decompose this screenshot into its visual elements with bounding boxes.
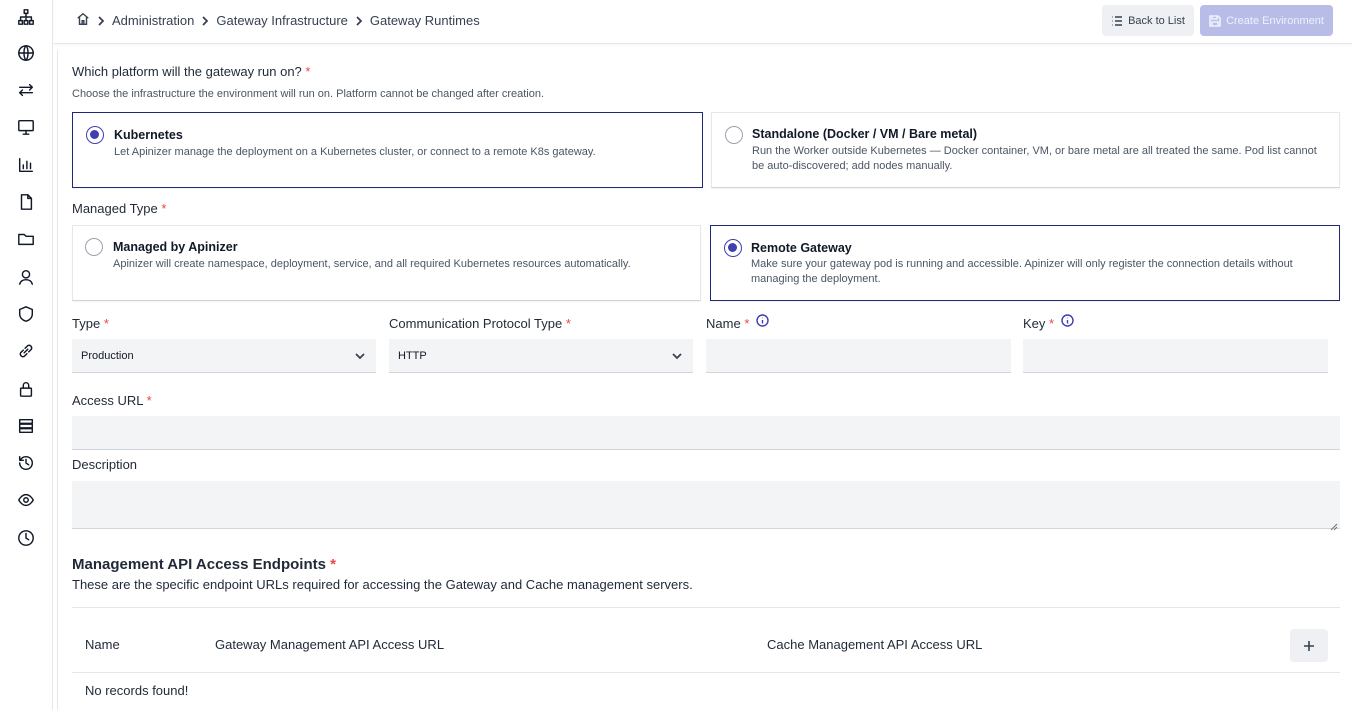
breadcrumb: Administration Gateway Infrastructure Ga… <box>76 12 480 29</box>
save-icon <box>1209 14 1221 27</box>
link-icon[interactable] <box>16 341 36 361</box>
column-header-gateway-url: Gateway Management API Access URL <box>215 637 445 652</box>
chevron-down-icon <box>354 350 366 362</box>
managed-type-text: Managed Type <box>72 201 158 216</box>
column-header-cache-url: Cache Management API Access URL <box>767 637 983 652</box>
required-mark: * <box>330 556 336 573</box>
back-to-list-button[interactable]: Back to List <box>1102 5 1194 36</box>
divider <box>72 672 1340 673</box>
managed-by-apinizer-desc: Apinizer will create namespace, deployme… <box>113 258 631 270</box>
topbar: Administration Gateway Infrastructure Ga… <box>54 0 1352 44</box>
managed-type-label: Managed Type * <box>72 201 166 216</box>
empty-state-text: No records found! <box>85 683 189 698</box>
kubernetes-desc: Let Apinizer manage the deployment on a … <box>114 146 596 158</box>
plus-icon <box>1304 640 1314 651</box>
name-label: Name * <box>706 316 749 331</box>
radio-remote-gateway[interactable] <box>724 239 742 257</box>
managed-by-apinizer-title: Managed by Apinizer <box>113 240 238 254</box>
history-icon[interactable] <box>16 453 36 473</box>
endpoints-desc: These are the specific endpoint URLs req… <box>72 577 693 592</box>
create-environment-label: Create Environment <box>1226 14 1324 27</box>
user-icon[interactable] <box>16 267 36 287</box>
lock-icon[interactable] <box>16 379 36 399</box>
standalone-title: Standalone (Docker / VM / Bare metal) <box>752 127 978 141</box>
type-label-text: Type <box>72 316 101 331</box>
sidebar <box>0 0 53 710</box>
list-icon <box>1112 15 1123 26</box>
remote-gateway-desc: Make sure your gateway pod is running an… <box>751 258 1293 285</box>
required-mark: * <box>146 393 152 408</box>
create-environment-button[interactable]: Create Environment <box>1200 5 1333 36</box>
platform-option-standalone[interactable]: Standalone (Docker / VM / Bare metal) Ru… <box>711 112 1340 188</box>
platform-hint: Choose the infrastructure the environmen… <box>72 88 545 100</box>
divider <box>72 607 1340 608</box>
arrows-exchange-icon[interactable] <box>16 80 36 100</box>
protocol-select-value: HTTP <box>398 349 427 362</box>
resize-handle-icon[interactable] <box>1330 518 1338 531</box>
required-mark: * <box>565 316 571 331</box>
description-label: Description <box>72 457 138 472</box>
protocol-label: Communication Protocol Type * <box>389 316 571 331</box>
endpoints-title: Management API Access Endpoints * <box>72 556 336 573</box>
column-header-name: Name <box>85 637 120 652</box>
required-mark: * <box>103 316 109 331</box>
globe-icon[interactable] <box>16 43 36 63</box>
description-textarea[interactable] <box>72 481 1340 531</box>
standalone-desc: Run the Worker outside Kubernetes — Dock… <box>752 145 1317 172</box>
folder-icon[interactable] <box>16 229 36 249</box>
info-icon[interactable] <box>756 314 769 327</box>
required-mark: * <box>744 316 750 331</box>
radio-kubernetes[interactable] <box>86 126 104 144</box>
info-icon[interactable] <box>1061 314 1074 327</box>
breadcrumb-item-gateway-infrastructure[interactable]: Gateway Infrastructure <box>216 13 348 28</box>
managed-option-apinizer[interactable]: Managed by Apinizer Apinizer will create… <box>72 225 701 301</box>
chevron-right-icon <box>348 15 370 26</box>
file-icon[interactable] <box>16 192 36 212</box>
platform-option-kubernetes[interactable]: Kubernetes Let Apinizer manage the deplo… <box>72 112 703 188</box>
remote-gateway-title: Remote Gateway <box>751 241 852 255</box>
platform-question-text: Which platform will the gateway run on? <box>72 64 302 79</box>
endpoints-title-text: Management API Access Endpoints <box>72 556 326 573</box>
name-input[interactable] <box>706 339 1011 373</box>
protocol-label-text: Communication Protocol Type <box>389 316 563 331</box>
name-label-text: Name <box>706 316 741 331</box>
access-url-label: Access URL * <box>72 393 152 408</box>
platform-question: Which platform will the gateway run on? … <box>72 64 310 79</box>
back-to-list-label: Back to List <box>1128 14 1185 27</box>
required-mark: * <box>161 201 167 216</box>
server-list-icon[interactable] <box>16 416 36 436</box>
chevron-right-icon <box>194 15 216 26</box>
required-mark: * <box>305 64 311 79</box>
add-endpoint-button[interactable] <box>1290 629 1328 662</box>
shield-icon[interactable] <box>16 304 36 324</box>
protocol-select[interactable]: HTTP <box>389 339 693 373</box>
key-label: Key * <box>1023 316 1054 331</box>
kubernetes-title: Kubernetes <box>114 128 183 142</box>
main-content: Which platform will the gateway run on? … <box>57 50 1352 710</box>
type-select[interactable]: Production <box>72 339 376 373</box>
sitemap-icon[interactable] <box>16 7 36 27</box>
monitor-icon[interactable] <box>16 117 36 137</box>
bar-chart-icon[interactable] <box>16 155 36 175</box>
breadcrumb-item-gateway-runtimes[interactable]: Gateway Runtimes <box>370 13 480 28</box>
type-label: Type * <box>72 316 109 331</box>
chevron-down-icon <box>671 350 683 362</box>
access-url-input[interactable] <box>72 416 1340 450</box>
key-input[interactable] <box>1023 339 1328 373</box>
home-icon[interactable] <box>76 12 90 29</box>
access-url-label-text: Access URL <box>72 393 144 408</box>
radio-managed-by-apinizer[interactable] <box>85 238 103 256</box>
type-select-value: Production <box>81 349 134 362</box>
breadcrumb-item-administration[interactable]: Administration <box>112 13 194 28</box>
chevron-right-icon <box>90 15 112 26</box>
key-label-text: Key <box>1023 316 1046 331</box>
radio-standalone[interactable] <box>725 126 743 144</box>
clock-icon[interactable] <box>16 528 36 548</box>
eye-icon[interactable] <box>16 490 36 510</box>
required-mark: * <box>1049 316 1055 331</box>
managed-option-remote-gateway[interactable]: Remote Gateway Make sure your gateway po… <box>710 225 1340 301</box>
